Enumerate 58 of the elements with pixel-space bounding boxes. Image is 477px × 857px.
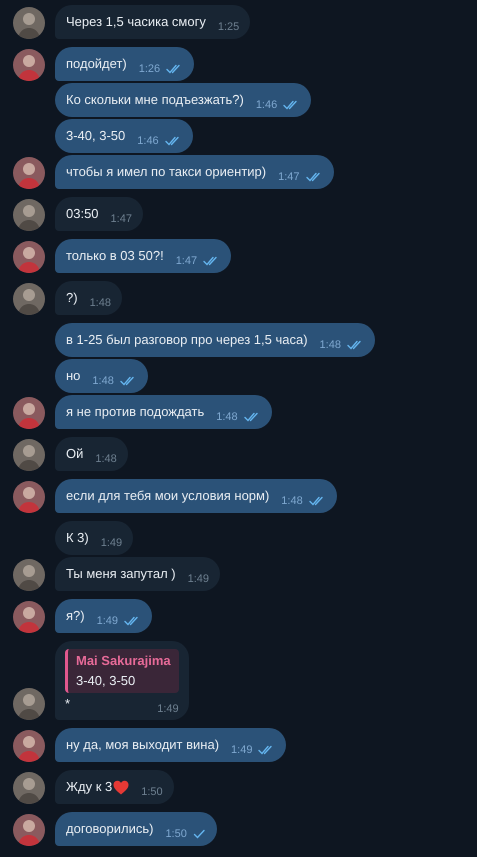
avatar[interactable] — [13, 559, 45, 591]
message-time: 1:49 — [188, 572, 210, 587]
message-time: 1:46 — [137, 134, 159, 149]
message-time: 1:48 — [90, 296, 111, 311]
avatar[interactable] — [13, 7, 45, 39]
message-time: 1:48 — [216, 410, 238, 425]
message-time: 1:26 — [138, 62, 160, 77]
message-text: чтобы я имел по такси ориентир) — [66, 163, 266, 181]
message-text: К 3) — [66, 529, 89, 547]
message-text: но — [66, 367, 80, 385]
message-text: Ты меня запутал ) — [66, 565, 176, 583]
message-text: я не против подождать — [66, 403, 204, 421]
message-text: Ко скольки мне подъезжать?) — [66, 91, 244, 109]
message-time: 1:47 — [110, 212, 132, 227]
reply-author: Mai Sakurajima — [76, 652, 171, 670]
avatar[interactable] — [13, 241, 45, 273]
message-text: договорились) — [66, 820, 154, 838]
message-text: Жду к 3 — [66, 778, 112, 796]
message-time: 1:49 — [96, 614, 118, 629]
message-text: Через 1,5 часика смогу — [66, 13, 206, 31]
avatar[interactable] — [13, 397, 45, 429]
message-text: только в 03 50?! — [66, 247, 164, 265]
avatar[interactable] — [13, 772, 45, 804]
avatar[interactable] — [13, 481, 45, 513]
message-time: 1:47 — [278, 170, 300, 185]
message-time: 1:49 — [157, 702, 179, 717]
message-time: 1:48 — [320, 338, 341, 353]
message-text: 03:50 — [66, 205, 99, 223]
avatar[interactable] — [13, 601, 45, 633]
message-time: 1:48 — [281, 494, 303, 509]
message-text: я?) — [66, 607, 85, 625]
message-time: 1:50 — [141, 785, 163, 800]
message-text: ?) — [66, 289, 78, 307]
message-time: 1:48 — [95, 452, 117, 467]
message-text: в 1-25 был разговор про через 1,5 часа) — [66, 331, 308, 349]
reply-text: 3-40, 3-50 — [76, 672, 136, 690]
message-time: 1:46 — [256, 98, 278, 113]
message-text: ну да, моя выходит вина) — [66, 736, 220, 754]
avatar[interactable] — [13, 439, 45, 471]
message-text: 3-40, 3-50 — [66, 127, 126, 145]
message-time: 1:49 — [231, 743, 252, 758]
message-time: 1:50 — [165, 827, 187, 842]
message-text: если для тебя мои условия норм) — [66, 487, 270, 505]
message-text: Ой — [66, 445, 84, 463]
message-time: 1:48 — [92, 374, 114, 389]
message-text: подойдет) — [66, 55, 127, 73]
avatar[interactable] — [13, 814, 45, 846]
avatar[interactable] — [13, 283, 45, 315]
avatar[interactable] — [13, 199, 45, 231]
avatar[interactable] — [13, 730, 45, 762]
avatar[interactable] — [13, 688, 45, 720]
avatar[interactable] — [13, 157, 45, 189]
avatar[interactable] — [13, 49, 45, 81]
reply-quote[interactable]: Mai Sakurajima 3-40, 3-50 — [65, 649, 179, 693]
message-time: 1:47 — [176, 254, 198, 269]
message-time: 1:25 — [218, 20, 240, 35]
message-time: 1:49 — [100, 536, 122, 551]
message-text: * — [65, 695, 70, 713]
